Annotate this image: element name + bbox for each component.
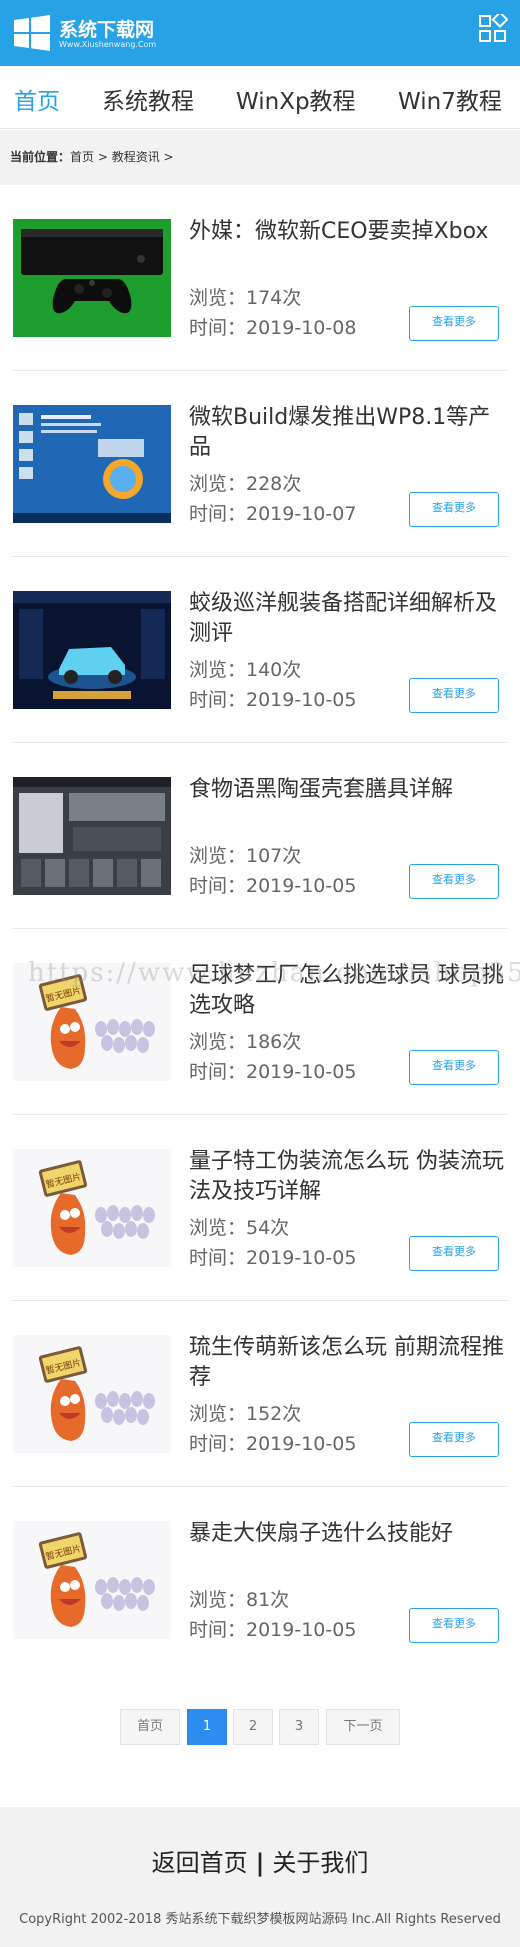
article-thumbnail[interactable] [13,777,171,895]
footer-about-link[interactable]: 关于我们 [272,1849,368,1877]
xbox-console-image [13,219,171,337]
footer-divider: | [255,1849,265,1877]
view-more-button[interactable]: 查看更多 [409,1608,499,1643]
article-time: 时间：2019-10-05 [189,1061,357,1083]
article-item: 外媒：微软新CEO要卖掉Xbox 浏览：174次 时间：2019-10-08 查… [0,185,520,371]
article-time: 时间：2019-10-05 [189,1433,357,1455]
pager-page-1[interactable]: 1 [187,1709,227,1745]
breadcrumb-separator: > [94,150,112,164]
article-title[interactable]: 琉生传萌新该怎么玩 前期流程推荐 [189,1333,509,1393]
footer-home-link[interactable]: 返回首页 [152,1849,248,1877]
article-time: 时间：2019-10-05 [189,689,357,711]
view-more-button[interactable]: 查看更多 [409,864,499,899]
nav-item-home[interactable]: 首页 [14,82,60,116]
article-thumbnail[interactable] [13,591,171,709]
article-views: 浏览：140次 [189,659,302,681]
game-vehicle-image [13,591,171,709]
nav-item-winxp-tutorials[interactable]: WinXp教程 [236,82,356,116]
no-image-placeholder: 暂无图片 [13,1521,171,1639]
breadcrumb: 当前位置：首页 > 教程资讯 > [0,130,520,185]
top-nav: 首页 系统教程 WinXp教程 Win7教程 [0,66,520,129]
article-title[interactable]: 量子特工伪装流怎么玩 伪装流玩法及技巧详解 [189,1147,509,1207]
pagination: 首页 1 2 3 下一页 [0,1709,520,1745]
article-title[interactable]: 外媒：微软新CEO要卖掉Xbox [189,217,509,247]
article-thumbnail[interactable]: 暂无图片 [13,1521,171,1639]
view-more-button[interactable]: 查看更多 [409,306,499,341]
breadcrumb-label: 当前位置： [10,150,71,164]
article-time: 时间：2019-10-05 [189,875,357,897]
article-thumbnail[interactable]: 暂无图片 [13,1335,171,1453]
article-thumbnail[interactable]: 暂无图片 [13,963,171,1081]
article-title[interactable]: 足球梦工厂怎么挑选球员 球员挑选攻略 [189,961,509,1021]
pager-next-button[interactable]: 下一页 [326,1709,400,1745]
no-image-placeholder: 暂无图片 [13,1149,171,1267]
article-title[interactable]: 暴走大侠扇子选什么技能好 [189,1519,509,1549]
breadcrumb-category-link[interactable]: 教程资讯 [112,150,160,164]
article-item: 暂无图片 暴走大侠扇子选什么技能好 浏览：81次 时间：2019-10-05 查… [0,1487,520,1673]
article-views: 浏览：228次 [189,473,302,495]
article-views: 浏览：174次 [189,287,302,309]
article-thumbnail[interactable] [13,405,171,523]
article-thumbnail[interactable]: 暂无图片 [13,1149,171,1267]
article-views: 浏览：186次 [189,1031,302,1053]
article-time: 时间：2019-10-05 [189,1619,357,1641]
article-views: 浏览：54次 [189,1217,290,1239]
article-item: 暂无图片 量子特工伪装流怎么玩 伪装流玩法及技巧详解 浏览：54次 时间：201… [0,1115,520,1301]
game-interface-image [13,777,171,895]
site-name: 系统下载网 [59,19,155,41]
view-more-button[interactable]: 查看更多 [409,1422,499,1457]
copyright-text: CopyRight 2002-2018 秀站系统下载织梦模板网站源码 Inc.A… [19,1912,501,1927]
article-title[interactable]: 微软Build爆发推出WP8.1等产品 [189,403,509,463]
nav-item-system-tutorials[interactable]: 系统教程 [102,82,194,116]
no-image-placeholder: 暂无图片 [13,1335,171,1453]
pager-first-button[interactable]: 首页 [120,1709,180,1745]
breadcrumb-home-link[interactable]: 首页 [70,150,94,164]
article-views: 浏览：81次 [189,1589,290,1611]
view-more-button[interactable]: 查看更多 [409,1236,499,1271]
menu-grid-icon[interactable] [478,14,508,44]
article-time: 时间：2019-10-05 [189,1247,357,1269]
article-item: 微软Build爆发推出WP8.1等产品 浏览：228次 时间：2019-10-0… [0,371,520,557]
article-time: 时间：2019-10-08 [189,317,357,339]
site-logo[interactable]: 系统下载网 Www.Xiushenwang.Com [13,12,173,54]
view-more-button[interactable]: 查看更多 [409,1050,499,1085]
pager-page-2[interactable]: 2 [233,1709,273,1745]
article-time: 时间：2019-10-07 [189,503,357,525]
footer-links: 返回首页 | 关于我们 [0,1843,520,1878]
view-more-button[interactable]: 查看更多 [409,492,499,527]
article-item: 暂无图片 足球梦工厂怎么挑选球员 球员挑选攻略 浏览：186次 时间：2019-… [0,929,520,1115]
pager-page-3[interactable]: 3 [279,1709,319,1745]
windows-desktop-image [13,405,171,523]
article-thumbnail[interactable] [13,219,171,337]
article-views: 浏览：107次 [189,845,302,867]
site-header: 系统下载网 Www.Xiushenwang.Com [0,0,520,66]
article-title[interactable]: 食物语黑陶蛋壳套膳具详解 [189,775,509,805]
footer: 返回首页 | 关于我们 CopyRight 2002-2018 秀站系统下载织梦模板… [0,1807,520,1947]
no-image-placeholder: 暂无图片 [13,963,171,1081]
article-views: 浏览：152次 [189,1403,302,1425]
article-item: 蛟级巡洋舰装备搭配详细解析及测评 浏览：140次 时间：2019-10-05 查… [0,557,520,743]
view-more-button[interactable]: 查看更多 [409,678,499,713]
article-title[interactable]: 蛟级巡洋舰装备搭配详细解析及测评 [189,589,509,649]
nav-item-win7-tutorials[interactable]: Win7教程 [398,82,502,116]
windows-logo-icon [14,15,50,51]
breadcrumb-separator: > [159,150,174,164]
article-item: 暂无图片 琉生传萌新该怎么玩 前期流程推荐 浏览：152次 时间：2019-10… [0,1301,520,1487]
site-url: Www.Xiushenwang.Com [59,40,157,49]
article-item: 食物语黑陶蛋壳套膳具详解 浏览：107次 时间：2019-10-05 查看更多 [0,743,520,929]
